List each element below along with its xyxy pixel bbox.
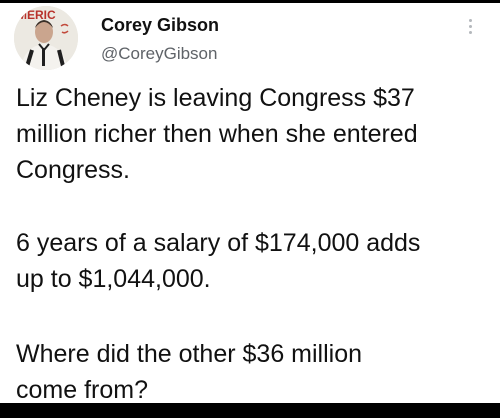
author-display-name[interactable]: Corey Gibson [101,15,219,36]
tweet-line: Congress. [16,156,130,184]
tweet-paragraph-3: Where did the other $36 million come fro… [16,336,492,403]
tweet-line: million richer then when she entered [16,120,418,148]
profile-photo-icon: MERIC [14,6,78,70]
tweet-paragraph-2: 6 years of a salary of $174,000 adds up … [16,225,492,297]
avatar-sign-text: MERIC [17,8,56,22]
more-dot [468,18,472,22]
tweet-line: Where did the other $36 million [16,340,363,368]
tweet-line: Liz Cheney is leaving Congress $37 [16,84,415,112]
tweet-line: 6 years of a salary of $174,000 adds [16,229,421,257]
tweet-paragraph-1: Liz Cheney is leaving Congress $37 milli… [16,80,492,188]
bottom-frame-bar [0,403,500,418]
more-dot [468,24,472,28]
tweet-card: MERIC Corey Gibson @CoreyGibson Liz Chen… [0,3,500,403]
more-dot [468,30,472,34]
tweet-line: come from? [16,376,148,403]
avatar[interactable]: MERIC [14,6,78,70]
more-options-icon[interactable] [460,11,480,41]
author-handle[interactable]: @CoreyGibson [101,44,217,64]
tweet-line: up to $1,044,000. [16,265,211,293]
